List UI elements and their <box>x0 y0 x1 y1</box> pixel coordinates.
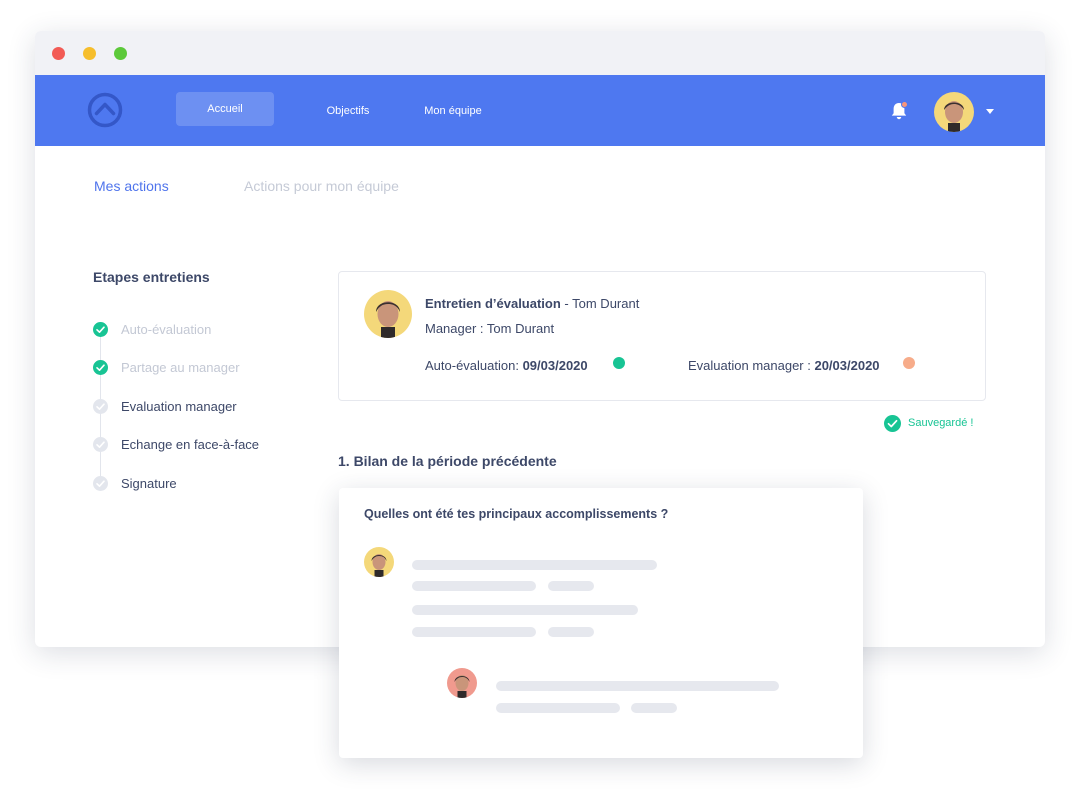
text-placeholder <box>631 703 677 713</box>
check-icon <box>93 437 108 452</box>
step-label: Auto-évaluation <box>121 322 212 337</box>
check-icon <box>93 322 108 337</box>
interview-card: Entretien d’évaluation - Tom Durant Mana… <box>338 271 986 401</box>
close-window-button[interactable] <box>52 47 65 60</box>
question-title: Quelles ont été tes principaux accomplis… <box>364 507 669 521</box>
check-icon <box>93 360 108 375</box>
check-icon <box>93 476 108 491</box>
maximize-window-button[interactable] <box>114 47 127 60</box>
text-placeholder <box>412 581 536 591</box>
bell-icon[interactable] <box>888 100 910 122</box>
step-label: Echange en face-à-face <box>121 437 260 452</box>
check-circle-icon <box>884 415 901 432</box>
interview-employee: - Tom Durant <box>560 296 640 311</box>
text-placeholder <box>496 681 779 691</box>
step-label: Signature <box>121 476 177 491</box>
question-card: Quelles ont été tes principaux accomplis… <box>339 488 863 758</box>
text-placeholder <box>496 703 620 713</box>
logo-icon[interactable] <box>87 92 123 128</box>
manager-answer-avatar <box>447 668 477 698</box>
minimize-window-button[interactable] <box>83 47 96 60</box>
steps-title: Etapes entretiens <box>93 269 210 285</box>
employee-answer-avatar <box>364 547 394 577</box>
caret-down-icon[interactable] <box>986 109 994 114</box>
text-placeholder <box>412 560 657 570</box>
check-icon <box>93 399 108 414</box>
tab-mes-actions[interactable]: Mes actions <box>94 178 169 194</box>
text-placeholder <box>548 627 594 637</box>
nav-item-accueil[interactable]: Accueil <box>176 92 274 126</box>
tab-actions-equipe[interactable]: Actions pour mon équipe <box>244 178 399 194</box>
self-eval-status-dot <box>613 357 625 369</box>
manager-eval-date: Evaluation manager : 20/03/2020 <box>688 358 880 373</box>
window-titlebar <box>35 31 1045 75</box>
text-placeholder <box>412 605 638 615</box>
text-placeholder <box>412 627 536 637</box>
step-label: Partage au manager <box>121 360 240 375</box>
nav-item-objectifs[interactable]: Objectifs <box>313 94 383 128</box>
interview-title: Entretien d’évaluation - Tom Durant <box>425 296 639 311</box>
text-placeholder <box>548 581 594 591</box>
manager-eval-status-dot <box>903 357 915 369</box>
step-label: Evaluation manager <box>121 399 237 414</box>
self-eval-date: Auto-évaluation: 09/03/2020 <box>425 358 588 373</box>
section-title: 1. Bilan de la période précédente <box>338 453 557 469</box>
interview-type: Entretien d’évaluation <box>425 296 561 311</box>
user-avatar[interactable] <box>934 92 974 132</box>
nav-item-mon-equipe[interactable]: Mon équipe <box>413 94 493 128</box>
employee-avatar <box>364 290 412 338</box>
top-navbar: Accueil Objectifs Mon équipe <box>35 75 1045 146</box>
saved-label: Sauvegardé ! <box>908 417 974 429</box>
manager-line: Manager : Tom Durant <box>425 321 555 336</box>
